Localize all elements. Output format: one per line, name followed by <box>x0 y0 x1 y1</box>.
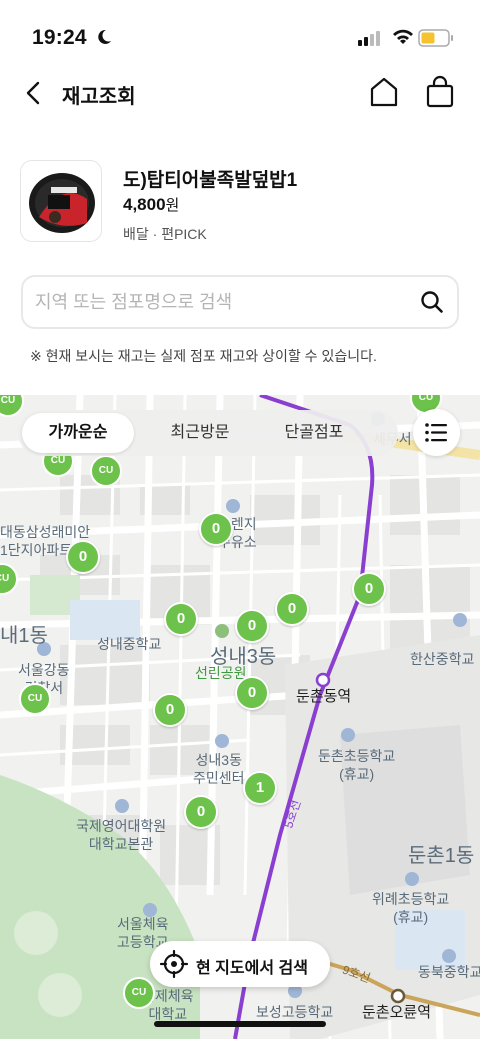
battery-icon <box>418 29 453 47</box>
sort-tabs: 가까운순 최근방문 단골점포 <box>18 410 398 456</box>
product-name: 도)탑티어불족발덮밥1 <box>123 170 298 191</box>
store-stock-pin[interactable]: 0 <box>235 609 269 643</box>
home-indicator[interactable] <box>154 1021 326 1027</box>
cu-store-pin[interactable]: CU <box>19 683 51 715</box>
signal-icon <box>358 31 380 46</box>
store-search-input[interactable] <box>35 277 405 327</box>
map-label-seonrin-park: 선린공원 <box>195 665 247 681</box>
product-summary: 도)탑티어불족발덮밥1 4,800원 배달 · 편PICK <box>20 160 460 244</box>
store-stock-pin[interactable]: 1 <box>243 771 277 805</box>
cu-store-pin[interactable]: CU <box>123 977 155 1009</box>
map-label-dongbuk-middle: 동북중학교 <box>418 964 480 980</box>
list-view-button[interactable] <box>413 409 460 456</box>
store-stock-pin[interactable]: 0 <box>235 676 269 710</box>
list-icon <box>425 423 447 442</box>
map-label-community-center: 성내3동 주민센터 <box>193 752 245 786</box>
search-this-area-button[interactable]: 현 지도에서 검색 <box>150 941 330 987</box>
map-label-dunchon-oryun-station: 둔촌오륜역 <box>362 1004 432 1021</box>
app-header: 재고조회 <box>0 70 480 116</box>
map-label-seongnae1: 내1동 <box>0 625 48 647</box>
store-search-box <box>21 275 459 329</box>
store-stock-pin[interactable]: 0 <box>153 693 187 727</box>
shopping-bag-icon[interactable] <box>424 75 456 109</box>
page-title: 재고조회 <box>62 86 136 108</box>
moon-icon <box>98 29 111 44</box>
map-label-hansan-middle: 한산중학교 <box>410 651 475 667</box>
status-time: 19:24 <box>32 26 87 49</box>
search-this-area-label: 현 지도에서 검색 <box>196 960 308 977</box>
price-unit: 원 <box>165 197 180 214</box>
map-label-dunchon1: 둔촌1동 <box>408 845 475 867</box>
map-label-language-university: 국제영어대학원 대학교본관 <box>76 818 167 852</box>
price-value: 4,800 <box>123 195 166 214</box>
map-label-seongnae-middle: 성내중학교 <box>97 636 162 652</box>
map-label-dunchon-elementary: 둔촌초등학교 (휴교) <box>318 748 396 782</box>
store-stock-pin[interactable]: 0 <box>352 572 386 606</box>
product-delivery-info: 배달 · 편PICK <box>123 226 207 242</box>
map-label-boseong-high: 보성고등학교 <box>256 1004 334 1020</box>
search-icon[interactable] <box>420 290 444 314</box>
stock-notice: ※ 현재 보시는 재고는 실제 점포 재고와 상이할 수 있습니다. <box>30 348 377 364</box>
tab-favorite-stores[interactable]: 단골점포 <box>264 413 364 453</box>
status-bar: 19:24 <box>0 0 480 70</box>
product-image <box>20 160 102 242</box>
store-stock-pin[interactable]: 0 <box>184 795 218 829</box>
store-stock-pin[interactable]: 0 <box>66 540 100 574</box>
wifi-icon <box>393 29 413 44</box>
store-stock-pin[interactable]: 0 <box>275 592 309 626</box>
cu-store-pin[interactable]: CU <box>90 455 122 487</box>
home-icon[interactable] <box>369 76 399 108</box>
store-stock-pin[interactable]: 0 <box>164 602 198 636</box>
product-price: 4,800원 <box>123 194 179 215</box>
store-stock-pin[interactable]: 0 <box>199 512 233 546</box>
tab-recent-visit[interactable]: 최근방문 <box>150 413 250 453</box>
map-label-wirye-elementary: 위례초등학교 (휴교) <box>372 891 450 925</box>
tab-nearest[interactable]: 가까운순 <box>22 413 134 453</box>
back-arrow-icon[interactable] <box>22 79 46 107</box>
crosshair-icon <box>159 949 189 979</box>
map-label-dunchon-station: 둔촌동역 <box>296 688 352 705</box>
